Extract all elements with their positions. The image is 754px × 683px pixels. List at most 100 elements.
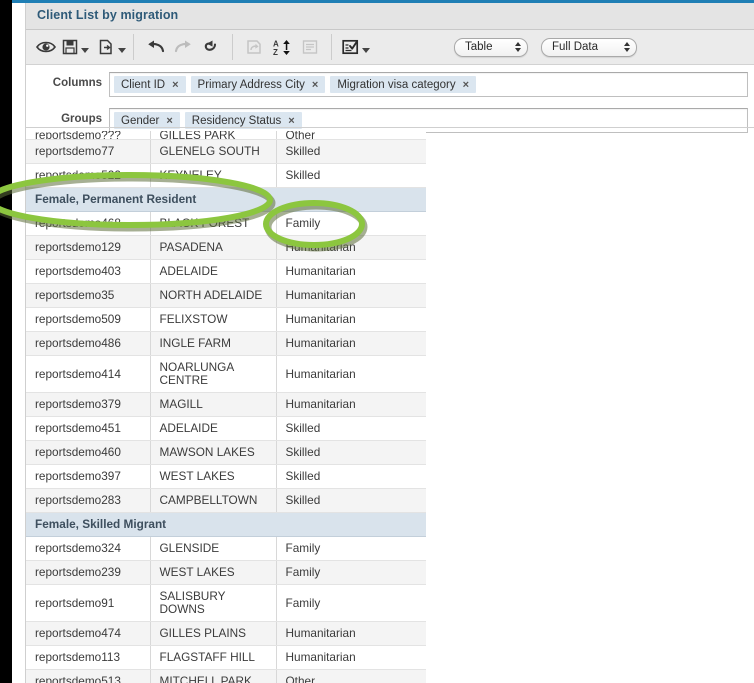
cell-migration-visa-category: Skilled: [276, 139, 426, 164]
cell-client-id: reportsdemo283: [26, 488, 151, 513]
checklist-dropdown-caret[interactable]: [362, 48, 370, 53]
cell-migration-visa-category: Family: [276, 536, 426, 561]
table-row[interactable]: reportsdemo77 GLENELG SOUTH Skilled: [26, 139, 426, 164]
table-row[interactable]: reportsdemo379 MAGILL Humanitarian: [26, 392, 426, 417]
checklist-icon: [341, 39, 359, 55]
columns-label: Columns: [52, 77, 102, 89]
toolbar-divider-1: [133, 34, 134, 60]
cell-primary-address-city: NORTH ADELAIDE: [150, 283, 277, 308]
toolbar-divider-2: [232, 34, 233, 60]
group-header-row: Female, Skilled Migrant: [26, 512, 426, 537]
window-titlebar: Client List by migration: [26, 3, 754, 30]
undo-icon: [146, 39, 165, 55]
cell-client-id: reportsdemo91: [26, 584, 151, 622]
cell-primary-address-city: WEST LAKES: [150, 464, 277, 489]
reset-button[interactable]: [197, 33, 225, 61]
cell-primary-address-city: PASADENA: [150, 235, 277, 260]
table-row[interactable]: reportsdemo239 WEST LAKES Family: [26, 560, 426, 585]
save-button[interactable]: [60, 33, 80, 61]
cell-primary-address-city: ADELAIDE: [150, 259, 277, 284]
cell-primary-address-city: BLACK FOREST: [150, 211, 277, 236]
view-type-value: Table: [465, 41, 493, 53]
column-chip[interactable]: Primary Address City ×: [190, 76, 326, 93]
export-icon: [98, 39, 114, 55]
sort-button[interactable]: A Z: [268, 33, 296, 61]
table-row[interactable]: reportsdemo509 FELIXSTOW Humanitarian: [26, 307, 426, 332]
table-row[interactable]: reportsdemo129 PASADENA Humanitarian: [26, 235, 426, 260]
redo-button[interactable]: [169, 33, 197, 61]
cell-client-id: reportsdemo239: [26, 560, 151, 585]
left-edge-strip: [0, 0, 12, 683]
cell-primary-address-city: FELIXSTOW: [150, 307, 277, 332]
table-row[interactable]: reportsdemo522 KEYNELEY Skilled: [26, 163, 426, 188]
table-row[interactable]: reportsdemo474 GILLES PLAINS Humanitarian: [26, 621, 426, 646]
chip-label: Primary Address City: [197, 78, 305, 91]
table-row[interactable]: reportsdemo468 BLACK FOREST Family: [26, 211, 426, 236]
checklist-button[interactable]: [339, 33, 361, 61]
save-dropdown-caret[interactable]: [81, 48, 89, 53]
save-icon: [62, 39, 78, 55]
cell-migration-visa-category: Humanitarian: [276, 621, 426, 646]
chip-remove-icon[interactable]: ×: [172, 79, 178, 91]
table-row[interactable]: reportsdemo397 WEST LAKES Skilled: [26, 464, 426, 489]
cell-migration-visa-category: Humanitarian: [276, 355, 426, 393]
cell-primary-address-city: GLENSIDE: [150, 536, 277, 561]
svg-text:Z: Z: [273, 48, 278, 56]
table-row[interactable]: reportsdemo486 INGLE FARM Humanitarian: [26, 331, 426, 356]
cell-client-id: reportsdemo129: [26, 235, 151, 260]
table-row[interactable]: reportsdemo91 SALISBURY DOWNS Family: [26, 584, 426, 622]
table-row[interactable]: reportsdemo??? GILLES PARK Other: [26, 131, 426, 140]
chip-label: Migration visa category: [337, 78, 456, 91]
table-row[interactable]: reportsdemo35 NORTH ADELAIDE Humanitarian: [26, 283, 426, 308]
export-button[interactable]: [95, 33, 117, 61]
table-row[interactable]: reportsdemo324 GLENSIDE Family: [26, 536, 426, 561]
data-scope-select[interactable]: Full Data: [541, 37, 637, 57]
cell-migration-visa-category: Skilled: [276, 488, 426, 513]
summary-button[interactable]: [296, 33, 324, 61]
columns-field[interactable]: Client ID × Primary Address City × Migra…: [109, 72, 748, 97]
toolbar-divider-3: [331, 34, 332, 60]
table-row[interactable]: reportsdemo283 CAMPBELLTOWN Skilled: [26, 488, 426, 513]
fields-divider: [26, 127, 754, 128]
cell-migration-visa-category: Family: [276, 560, 426, 585]
stepper-arrows-icon: [501, 42, 521, 52]
cell-client-id: reportsdemo460: [26, 440, 151, 465]
cell-migration-visa-category: Other: [276, 131, 426, 140]
undo-button[interactable]: [141, 33, 169, 61]
cell-client-id: reportsdemo451: [26, 416, 151, 441]
cell-migration-visa-category: Skilled: [276, 464, 426, 489]
groups-field[interactable]: Gender × Residency Status ×: [109, 108, 748, 133]
refresh-button[interactable]: [240, 33, 268, 61]
export-dropdown-caret[interactable]: [118, 48, 126, 53]
cell-client-id: reportsdemo414: [26, 355, 151, 393]
chip-remove-icon[interactable]: ×: [288, 115, 294, 127]
cell-client-id: reportsdemo468: [26, 211, 151, 236]
cell-migration-visa-category: Skilled: [276, 416, 426, 441]
cell-primary-address-city: CAMPBELLTOWN: [150, 488, 277, 513]
stepper-arrows-icon: [610, 42, 630, 52]
chip-remove-icon[interactable]: ×: [312, 79, 318, 91]
table-row[interactable]: reportsdemo403 ADELAIDE Humanitarian: [26, 259, 426, 284]
results-table-scroll[interactable]: reportsdemo??? GILLES PARK Other reportsdem…: [26, 131, 426, 683]
table-row[interactable]: reportsdemo113 FLAGSTAFF HILL Humanitarian: [26, 645, 426, 670]
cell-primary-address-city: NOARLUNGA CENTRE: [150, 355, 277, 393]
cell-client-id: reportsdemo522: [26, 163, 151, 188]
column-chip[interactable]: Migration visa category ×: [330, 76, 477, 93]
cell-migration-visa-category: Family: [276, 584, 426, 622]
table-row[interactable]: reportsdemo414 NOARLUNGA CENTRE Humanitari…: [26, 355, 426, 393]
table-row[interactable]: reportsdemo513 MITCHELL PARK Other: [26, 669, 426, 683]
cell-migration-visa-category: Humanitarian: [276, 259, 426, 284]
cell-primary-address-city: ADELAIDE: [150, 416, 277, 441]
cell-migration-visa-category: Humanitarian: [276, 331, 426, 356]
view-type-select[interactable]: Table: [454, 37, 528, 57]
chip-remove-icon[interactable]: ×: [463, 79, 469, 91]
chip-remove-icon[interactable]: ×: [166, 115, 172, 127]
column-chip[interactable]: Client ID ×: [114, 76, 186, 93]
cell-client-id: reportsdemo486: [26, 331, 151, 356]
cell-client-id: reportsdemo35: [26, 283, 151, 308]
table-row[interactable]: reportsdemo460 MAWSON LAKES Skilled: [26, 440, 426, 465]
table-row[interactable]: reportsdemo451 ADELAIDE Skilled: [26, 416, 426, 441]
page-title: Client List by migration: [37, 8, 179, 22]
preview-button[interactable]: [32, 33, 60, 61]
cell-primary-address-city: WEST LAKES: [150, 560, 277, 585]
